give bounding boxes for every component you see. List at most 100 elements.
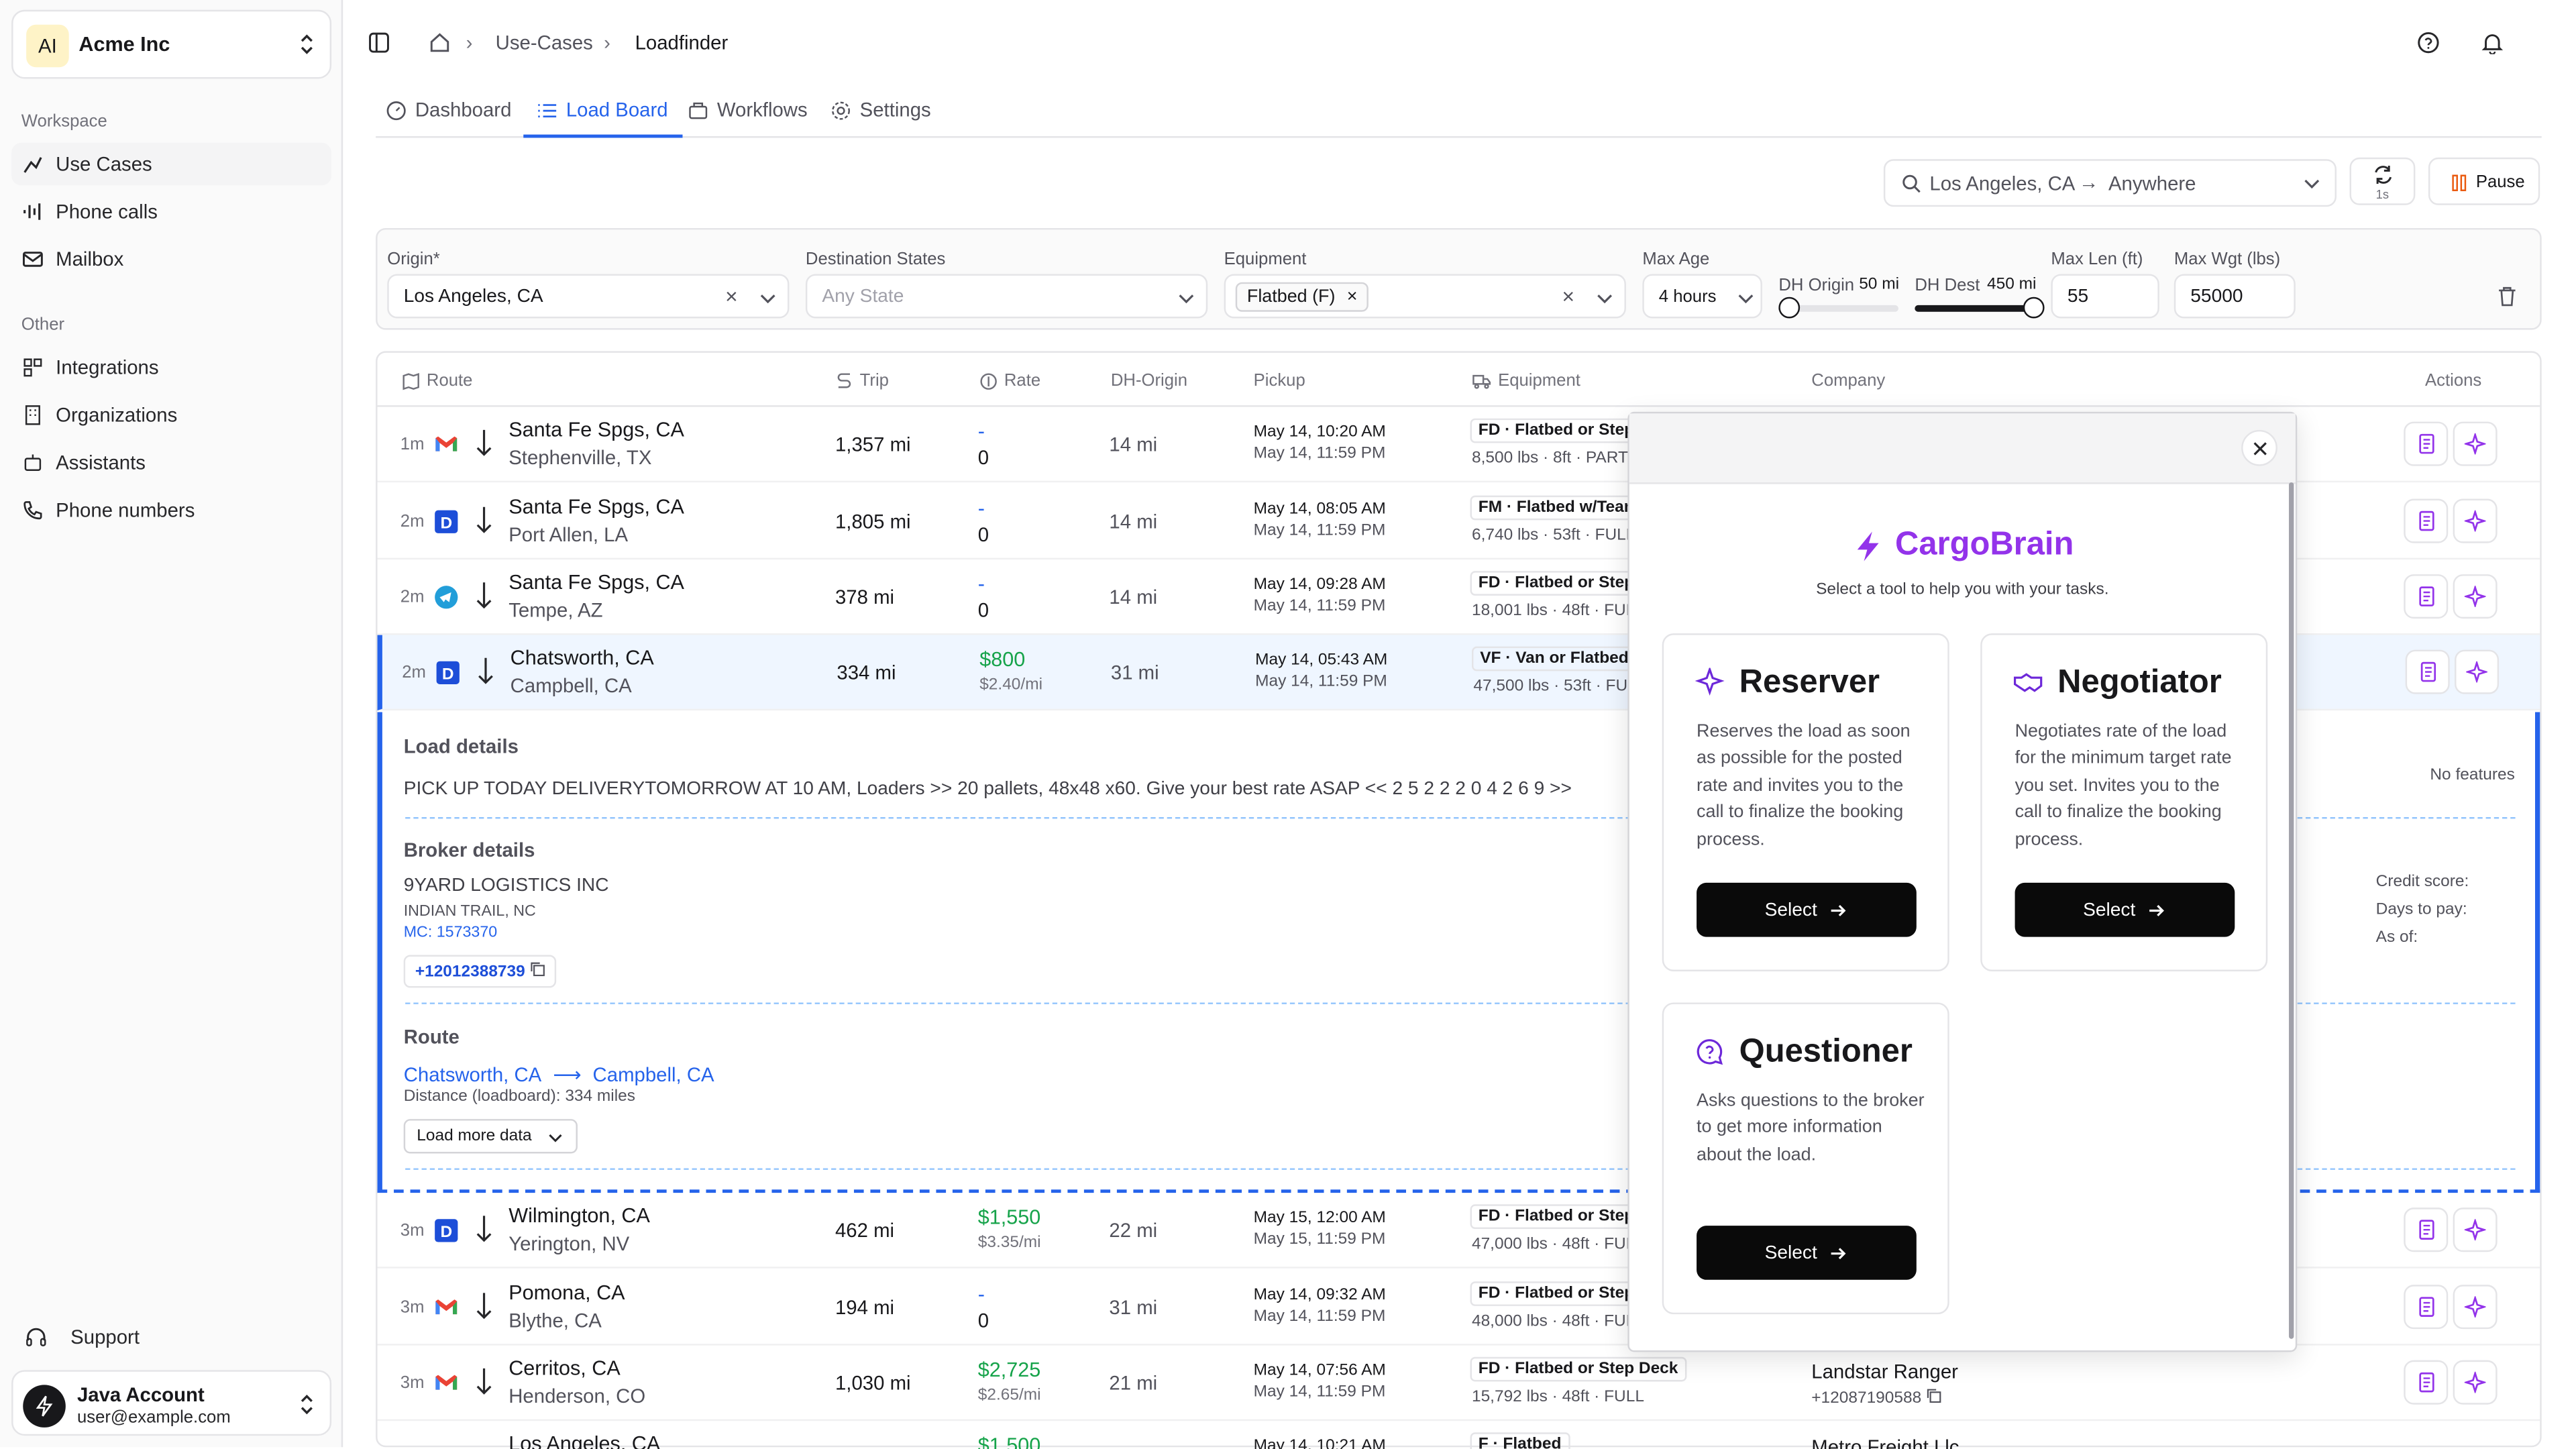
load-more-button[interactable]: Load more data: [403, 1119, 578, 1154]
sidebar-item-label: Assistants: [56, 451, 146, 474]
ai-assist-button[interactable]: [2453, 498, 2498, 543]
sidebar-item-assistants[interactable]: Assistants: [11, 441, 331, 484]
destination-select[interactable]: Any State: [805, 274, 1208, 319]
refresh-icon: [2375, 166, 2392, 184]
broker-phone-button[interactable]: +12012388739: [403, 955, 556, 988]
tab-dashboard[interactable]: Dashboard: [386, 99, 511, 138]
support-link[interactable]: Support: [15, 1316, 335, 1359]
tool-card-reserver[interactable]: Reserver Reserves the load as soon as po…: [1662, 633, 1949, 971]
header-trip[interactable]: Trip: [835, 371, 889, 390]
row-pickup-end: May 14, 11:59 PM: [1253, 1383, 1386, 1401]
table-row[interactable]: Los Angeles, CA $1,500 May 14, 10:21 AM F ·…: [378, 1421, 2540, 1449]
ai-assist-button[interactable]: [2453, 1208, 2498, 1252]
ai-assist-button[interactable]: [2453, 421, 2498, 466]
trash-icon[interactable]: [2498, 286, 2517, 307]
tab-settings[interactable]: Settings: [830, 99, 931, 138]
clear-icon[interactable]: ×: [1562, 284, 1574, 309]
row-pickup-end: May 14, 11:59 PM: [1253, 444, 1386, 463]
cargobrain-modal: CargoBrain Select a tool to help you wit…: [1627, 411, 2298, 1352]
row-trip: 1,357 mi: [835, 433, 911, 456]
org-switcher[interactable]: AI Acme Inc: [11, 9, 332, 79]
close-button[interactable]: [2241, 429, 2277, 466]
modal-scrollbar[interactable]: [2289, 482, 2294, 1339]
sparkles-icon: [2466, 661, 2487, 683]
dh-origin-label: DH Origin: [1778, 275, 1855, 296]
header-pickup[interactable]: Pickup: [1254, 371, 1305, 390]
ai-assist-button[interactable]: [2455, 649, 2500, 694]
sidebar-item-mailbox[interactable]: Mailbox: [11, 238, 331, 281]
help-icon[interactable]: [2417, 31, 2440, 54]
row-destination: Tempe, AZ: [508, 598, 603, 622]
row-dh-origin: 21 mi: [1109, 1371, 1158, 1395]
tab-load-board[interactable]: Load Board: [523, 99, 683, 138]
max-len-input[interactable]: 55: [2051, 274, 2159, 319]
tab-workflows[interactable]: Workflows: [688, 99, 808, 138]
details-button[interactable]: [2404, 498, 2449, 543]
select-button[interactable]: Select: [1697, 882, 1917, 937]
row-company-phone[interactable]: +12087190588: [1811, 1388, 1941, 1408]
home-icon[interactable]: [428, 31, 451, 54]
dh-origin-slider[interactable]: [1778, 297, 1898, 319]
card-title: Negotiator: [2057, 664, 2222, 701]
chevron-down-icon[interactable]: [759, 292, 775, 305]
details-button[interactable]: [2404, 1360, 2449, 1405]
equipment-select[interactable]: Flatbed (F) × ×: [1224, 274, 1626, 319]
table-row[interactable]: 3m Cerritos, CA Henderson, CO 1,030 mi $2,72…: [377, 1346, 2540, 1421]
route-origin-link[interactable]: Chatsworth, CA: [404, 1063, 542, 1086]
sidebar-item-integrations[interactable]: Integrations: [11, 346, 331, 389]
sidebar-item-phone-numbers[interactable]: Phone numbers: [11, 489, 331, 532]
max-wgt-value: 55000: [2190, 287, 2243, 307]
search-destination: Anywhere: [2108, 172, 2196, 196]
details-button[interactable]: [2404, 574, 2449, 619]
header-rate[interactable]: Rate: [979, 371, 1040, 390]
row-pickup-start: May 14, 07:56 AM: [1253, 1362, 1386, 1381]
slider-thumb[interactable]: [1778, 297, 1801, 319]
select-button[interactable]: Select: [2015, 882, 2235, 937]
details-button[interactable]: [2404, 1285, 2449, 1330]
details-button[interactable]: [2405, 649, 2450, 694]
details-button[interactable]: [2404, 421, 2449, 466]
account-switcher[interactable]: Java Account user@example.com: [11, 1370, 332, 1436]
pause-label: Pause: [2475, 172, 2525, 193]
bell-icon[interactable]: [2481, 31, 2504, 54]
tool-card-negotiator[interactable]: Negotiator Negotiates rate of the load f…: [1980, 633, 2268, 971]
sidebar-item-phone-calls[interactable]: Phone calls: [11, 191, 331, 233]
header-equipment[interactable]: Equipment: [1472, 371, 1580, 390]
route-dest-link[interactable]: Campbell, CA: [593, 1063, 714, 1086]
slider-thumb[interactable]: [2023, 297, 2045, 319]
button-label: Select: [2083, 900, 2136, 920]
row-origin: Santa Fe Spgs, CA: [508, 418, 684, 441]
dh-dest-slider[interactable]: [1915, 297, 2045, 319]
max-age-select[interactable]: 4 hours: [1642, 274, 1762, 319]
header-company[interactable]: Company: [1811, 371, 1885, 390]
sidebar-item-use-cases[interactable]: Use Cases: [11, 142, 332, 186]
origin-select[interactable]: Los Angeles, CA ×: [387, 274, 790, 319]
refresh-button[interactable]: 1s: [2349, 157, 2416, 205]
row-rate: -: [977, 572, 985, 596]
pause-button[interactable]: Pause: [2428, 157, 2540, 205]
clear-icon[interactable]: ×: [725, 284, 738, 309]
route-search[interactable]: Los Angeles, CA → Anywhere: [1883, 159, 2337, 207]
pause-icon: [2452, 174, 2467, 191]
row-equipment-details: 47,000 lbs · 48ft · FUL: [1471, 1235, 1635, 1254]
broker-mc-link[interactable]: MC: 1573370: [404, 924, 498, 942]
row-rate-per-mile: $3.35/mi: [977, 1234, 1041, 1252]
chip-remove-icon[interactable]: ×: [1347, 287, 1358, 307]
header-dh-origin[interactable]: DH-Origin: [1111, 371, 1187, 390]
select-button[interactable]: Select: [1697, 1226, 1917, 1280]
row-equipment-badge: FM · Flatbed w/Tean: [1470, 495, 1642, 521]
max-wgt-input[interactable]: 55000: [2174, 274, 2296, 319]
sidebar-item-organizations[interactable]: Organizations: [11, 394, 331, 437]
broker-details-title: Broker details: [403, 838, 535, 862]
ai-assist-button[interactable]: [2453, 1360, 2498, 1405]
sidebar-toggle-icon[interactable]: [368, 31, 390, 54]
chevron-down-icon[interactable]: [1597, 292, 1613, 305]
breadcrumb-use-cases[interactable]: Use-Cases: [496, 31, 593, 54]
mail-icon: [22, 252, 43, 267]
details-button[interactable]: [2404, 1208, 2449, 1252]
ai-assist-button[interactable]: [2453, 1285, 2498, 1330]
header-route[interactable]: Route: [402, 371, 472, 390]
ai-assist-button[interactable]: [2453, 574, 2498, 619]
tool-card-questioner[interactable]: Questioner Asks questions to the broker …: [1662, 1002, 1949, 1315]
arrow-right-icon: [1831, 1246, 1847, 1258]
